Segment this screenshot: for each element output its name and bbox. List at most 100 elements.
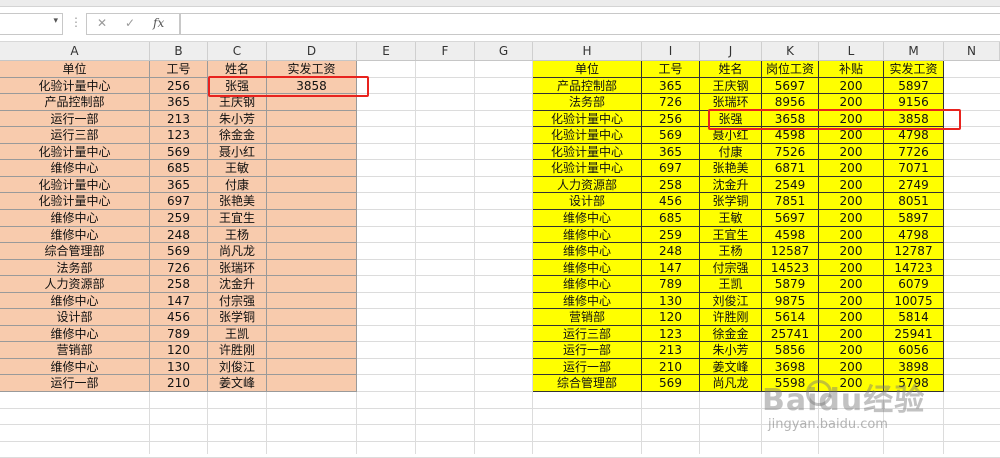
right_table-cell[interactable]: 5897 <box>884 210 944 227</box>
right_table-cell[interactable]: 6871 <box>762 160 819 177</box>
right_table-cell[interactable]: 569 <box>642 127 700 144</box>
right_table-cell[interactable]: 化验计量中心 <box>533 160 642 177</box>
right_table-cell[interactable]: 3898 <box>884 359 944 375</box>
left_table-cell[interactable]: 213 <box>150 111 208 127</box>
left_table-cell[interactable]: 付宗强 <box>208 293 267 309</box>
chevron-down-icon[interactable]: ▾ <box>53 16 58 26</box>
left_table-cell[interactable] <box>267 177 357 193</box>
right_table-cell[interactable]: 付宗强 <box>700 260 762 276</box>
left_table-cell[interactable] <box>267 342 357 359</box>
right_table-cell[interactable]: 2749 <box>884 177 944 193</box>
left_table-cell[interactable]: 徐金金 <box>208 127 267 144</box>
right_table-cell[interactable]: 200 <box>819 293 884 309</box>
left_table-cell[interactable]: 王宜生 <box>208 210 267 227</box>
right_table-cell[interactable]: 200 <box>819 342 884 359</box>
right_table-cell[interactable]: 200 <box>819 309 884 326</box>
column-header-g[interactable]: G <box>475 42 533 60</box>
right_table-cell[interactable]: 5814 <box>884 309 944 326</box>
right_table-cell[interactable]: 8051 <box>884 193 944 210</box>
right_table-cell[interactable]: 7526 <box>762 144 819 160</box>
right_table-cell[interactable]: 365 <box>642 78 700 94</box>
right_table-cell[interactable]: 王敏 <box>700 210 762 227</box>
column-header-m[interactable]: M <box>884 42 944 60</box>
left_table-cell[interactable] <box>267 227 357 243</box>
column-header-d[interactable]: D <box>267 42 357 60</box>
right_table-cell[interactable]: 685 <box>642 210 700 227</box>
right_table-cell[interactable]: 5879 <box>762 276 819 293</box>
left_table-cell[interactable]: 147 <box>150 293 208 309</box>
column-header-e[interactable]: E <box>357 42 416 60</box>
right_table-cell[interactable]: 3698 <box>762 359 819 375</box>
left_table-cell[interactable]: 120 <box>150 342 208 359</box>
left_table-cell[interactable] <box>267 276 357 293</box>
right_table-cell[interactable]: 25941 <box>884 326 944 342</box>
right_table-cell[interactable]: 张艳美 <box>700 160 762 177</box>
right_table-cell[interactable]: 人力资源部 <box>533 177 642 193</box>
right_table-cell[interactable]: 6056 <box>884 342 944 359</box>
right_table-cell[interactable]: 刘俊江 <box>700 293 762 309</box>
left_table-cell[interactable]: 化验计量中心 <box>0 78 150 94</box>
right_table-cell[interactable]: 许胜刚 <box>700 309 762 326</box>
right_table-cell[interactable]: 运行一部 <box>533 342 642 359</box>
right_table-cell[interactable]: 248 <box>642 243 700 260</box>
right_table-cell[interactable]: 王宜生 <box>700 227 762 243</box>
right_table-cell[interactable]: 沈金升 <box>700 177 762 193</box>
column-header-k[interactable]: K <box>762 42 819 60</box>
left_table-cell[interactable]: 726 <box>150 260 208 276</box>
left_table-cell[interactable]: 王杨 <box>208 227 267 243</box>
right_table-cell[interactable]: 25741 <box>762 326 819 342</box>
left_table-cell[interactable] <box>267 359 357 375</box>
right_table-cell[interactable]: 5897 <box>884 78 944 94</box>
right_table-cell[interactable]: 12587 <box>762 243 819 260</box>
right_table-cell[interactable]: 5856 <box>762 342 819 359</box>
right_table-cell[interactable]: 200 <box>819 177 884 193</box>
right_table-cell[interactable]: 5697 <box>762 210 819 227</box>
right_table-header-cell[interactable]: 姓名 <box>700 61 762 78</box>
left_table-cell[interactable]: 产品控制部 <box>0 94 150 111</box>
left_table-header-cell[interactable]: 单位 <box>0 61 150 78</box>
column-header-b[interactable]: B <box>150 42 208 60</box>
right_table-cell[interactable]: 14723 <box>884 260 944 276</box>
left_table-cell[interactable]: 许胜刚 <box>208 342 267 359</box>
left_table-cell[interactable]: 685 <box>150 160 208 177</box>
right_table-cell[interactable]: 200 <box>819 193 884 210</box>
left_table-cell[interactable] <box>267 243 357 260</box>
left_table-cell[interactable]: 维修中心 <box>0 210 150 227</box>
right_table-cell[interactable]: 210 <box>642 359 700 375</box>
left_table-cell[interactable]: 刘俊江 <box>208 359 267 375</box>
right_table-cell[interactable]: 259 <box>642 227 700 243</box>
right_table-cell[interactable]: 维修中心 <box>533 210 642 227</box>
right_table-cell[interactable]: 200 <box>819 227 884 243</box>
right_table-cell[interactable]: 200 <box>819 144 884 160</box>
right_table-cell[interactable]: 徐金金 <box>700 326 762 342</box>
right_table-cell[interactable]: 设计部 <box>533 193 642 210</box>
left_table-cell[interactable]: 付康 <box>208 177 267 193</box>
left_table-cell[interactable] <box>267 111 357 127</box>
left_table-cell[interactable] <box>267 127 357 144</box>
left_table-cell[interactable]: 256 <box>150 78 208 94</box>
right_table-cell[interactable]: 200 <box>819 78 884 94</box>
right_table-cell[interactable]: 化验计量中心 <box>533 111 642 127</box>
right_table-cell[interactable]: 王庆钢 <box>700 78 762 94</box>
right_table-cell[interactable]: 726 <box>642 94 700 111</box>
left_table-cell[interactable]: 营销部 <box>0 342 150 359</box>
right_table-cell[interactable]: 维修中心 <box>533 260 642 276</box>
left_table-cell[interactable]: 569 <box>150 243 208 260</box>
name-box[interactable]: ▾ <box>0 13 63 35</box>
left_table-cell[interactable]: 化验计量中心 <box>0 144 150 160</box>
right_table-cell[interactable]: 256 <box>642 111 700 127</box>
right_table-cell[interactable]: 120 <box>642 309 700 326</box>
left_table-cell[interactable]: 123 <box>150 127 208 144</box>
right_table-cell[interactable]: 王杨 <box>700 243 762 260</box>
right_table-cell[interactable]: 综合管理部 <box>533 375 642 392</box>
right_table-cell[interactable]: 10075 <box>884 293 944 309</box>
left_table-cell[interactable]: 张艳美 <box>208 193 267 210</box>
left_table-cell[interactable]: 248 <box>150 227 208 243</box>
right_table-cell[interactable]: 营销部 <box>533 309 642 326</box>
right_table-cell[interactable]: 尚凡龙 <box>700 375 762 392</box>
left_table-cell[interactable]: 设计部 <box>0 309 150 326</box>
right_table-cell[interactable]: 123 <box>642 326 700 342</box>
right_table-cell[interactable]: 维修中心 <box>533 293 642 309</box>
left_table-cell[interactable]: 456 <box>150 309 208 326</box>
left_table-cell[interactable] <box>267 144 357 160</box>
